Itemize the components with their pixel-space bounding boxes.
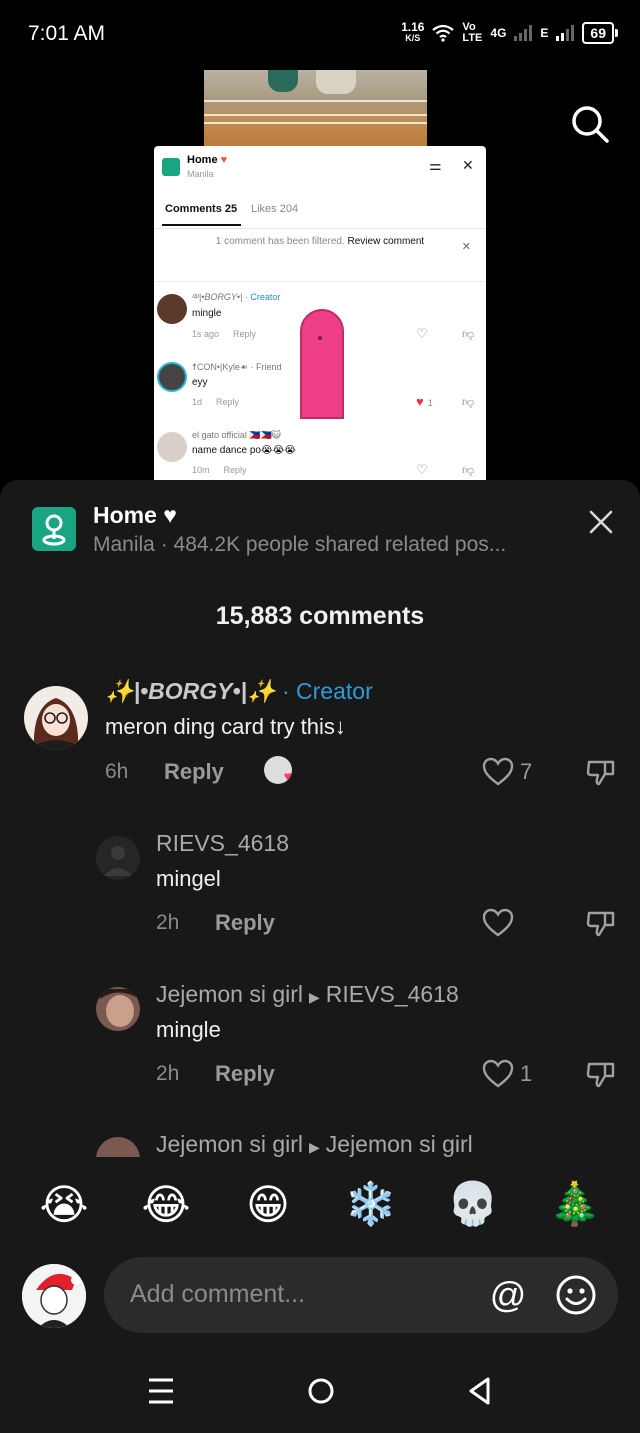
status-icons: 1.16 K/S Vo LTE 4G E 69 bbox=[401, 20, 618, 44]
comment-count: 15,883 comments bbox=[215, 602, 425, 630]
heart-icon: ♡ bbox=[416, 462, 428, 477]
comment-text: meron ding card try this↓ bbox=[105, 714, 346, 739]
avatar bbox=[157, 362, 187, 392]
avatar[interactable] bbox=[24, 686, 88, 750]
emoji-grinning[interactable]: 😁 bbox=[238, 1180, 298, 1229]
search-icon[interactable] bbox=[570, 104, 610, 144]
avatar bbox=[157, 294, 187, 324]
dislike-icon[interactable] bbox=[585, 907, 617, 939]
divider bbox=[154, 281, 486, 282]
network-e-label: E bbox=[540, 26, 549, 40]
battery-indicator: 69 bbox=[582, 22, 618, 44]
mini-comment-meta: 10m Reply bbox=[192, 465, 247, 475]
creator-liked-avatar: ♥ bbox=[264, 756, 292, 784]
mini-tabs: Comments 25 Likes 204 bbox=[154, 196, 486, 229]
signal-bars-icon bbox=[556, 25, 575, 41]
reply-button[interactable]: Reply bbox=[164, 759, 224, 785]
comment-time: 2h bbox=[156, 911, 180, 934]
sheet-title[interactable]: Home ♥ bbox=[93, 502, 177, 529]
close-icon: ✕ bbox=[462, 157, 474, 173]
emoji-bar: 😭 😂 😁 ❄️ 💀 🎄 bbox=[0, 1165, 640, 1245]
heart-icon bbox=[482, 908, 514, 937]
like-button[interactable]: 7 bbox=[482, 757, 532, 787]
mini-title: Home ♥ bbox=[187, 154, 228, 166]
like-count: 7 bbox=[520, 759, 533, 784]
mini-comment-text: name dance po😭😭😭 bbox=[192, 445, 296, 456]
comment-username[interactable]: ✨|•BORGY•|✨ · Creator bbox=[105, 678, 373, 705]
video-frame bbox=[204, 70, 427, 146]
close-icon: ✕ bbox=[461, 241, 471, 253]
network-speed-value: 1.16 bbox=[401, 20, 425, 34]
door-sticker bbox=[300, 309, 344, 419]
comment-username[interactable]: Jejemon si girl ▶ RIEVS_4618 bbox=[156, 981, 459, 1008]
avatar[interactable] bbox=[96, 987, 140, 1031]
comment-username[interactable]: RIEVS_4618 bbox=[156, 830, 289, 857]
volte-bottom: LTE bbox=[462, 32, 483, 44]
emoji-crying[interactable]: 😭 bbox=[34, 1180, 94, 1229]
recent-apps-icon[interactable] bbox=[148, 1377, 174, 1405]
avatar bbox=[157, 432, 187, 462]
signal-bars-icon bbox=[514, 25, 533, 41]
comment-text: mingle bbox=[156, 1017, 221, 1042]
sheet-subtitle[interactable]: Manila · 484.2K people shared related po… bbox=[93, 533, 506, 557]
mini-comment-meta: 1d Reply bbox=[192, 397, 240, 407]
network-speed: 1.16 K/S bbox=[401, 20, 425, 44]
dislike-icon[interactable] bbox=[585, 1058, 617, 1090]
mini-subtitle: Manila bbox=[187, 169, 214, 179]
system-nav-bar bbox=[0, 1350, 640, 1433]
comment-input-placeholder[interactable]: Add comment... bbox=[130, 1280, 305, 1309]
dislike-icon: 👎︎ bbox=[462, 327, 475, 341]
status-bar: 7:01 AM 1.16 K/S Vo LTE 4G E 69 bbox=[0, 0, 640, 70]
emoji-laughing[interactable]: 😂 bbox=[136, 1180, 196, 1229]
comment-text: mingel bbox=[156, 866, 221, 891]
heart-icon bbox=[482, 1059, 514, 1088]
filter-sliders-icon: ⚌ bbox=[429, 157, 442, 173]
back-icon[interactable] bbox=[466, 1376, 492, 1406]
mini-comment-text: mingle bbox=[192, 308, 222, 319]
mini-comment-meta: 1s ago Reply bbox=[192, 329, 257, 339]
comment-time: 2h bbox=[156, 1062, 180, 1085]
emoji-picker-icon[interactable] bbox=[555, 1274, 597, 1316]
mini-comment-user: el gato official 🇵🇭🇵🇭😺 bbox=[192, 430, 282, 440]
status-time: 7:01 AM bbox=[28, 22, 106, 45]
mini-comment-text: eyy bbox=[192, 377, 208, 388]
close-icon[interactable] bbox=[588, 509, 614, 535]
reply-button[interactable]: Reply bbox=[215, 1061, 275, 1087]
network-4g-label: 4G bbox=[490, 26, 507, 40]
like-button[interactable]: 1 bbox=[482, 1059, 532, 1089]
location-pin-icon bbox=[162, 158, 180, 176]
dislike-icon: 👎︎ bbox=[462, 395, 475, 409]
mini-tab-comments: Comments 25 bbox=[161, 203, 242, 226]
mini-filter-notice: 1 comment has been filtered. Review comm… bbox=[215, 236, 425, 247]
location-pin-icon bbox=[32, 507, 76, 551]
heart-icon: ♡ bbox=[416, 326, 428, 341]
like-button[interactable] bbox=[482, 908, 514, 938]
emoji-skull[interactable]: 💀 bbox=[443, 1180, 503, 1229]
mini-tab-likes: Likes 204 bbox=[251, 203, 299, 215]
wifi-icon bbox=[432, 24, 455, 42]
my-avatar[interactable] bbox=[22, 1264, 86, 1328]
mini-comment-user: ᵈᵖ|•BORGY•| · Creator bbox=[192, 292, 281, 302]
comment-username[interactable]: Jejemon si girl ▶ Jejemon si girl bbox=[156, 1131, 473, 1157]
dislike-icon: 👎︎ bbox=[462, 463, 475, 477]
heart-filled-icon: ♥ 1 bbox=[416, 394, 433, 409]
network-speed-unit: K/S bbox=[405, 33, 421, 43]
like-count: 1 bbox=[520, 1061, 533, 1086]
dislike-icon[interactable] bbox=[585, 756, 617, 788]
emoji-snowflake[interactable]: ❄️ bbox=[341, 1180, 401, 1229]
reply-button[interactable]: Reply bbox=[215, 910, 275, 936]
home-icon[interactable] bbox=[307, 1377, 335, 1405]
avatar[interactable] bbox=[96, 836, 140, 880]
mini-comment-user: ☨CON•|Kyle☙ · Friend bbox=[192, 362, 282, 372]
comment-partial: Jejemon si girl ▶ Jejemon si girl bbox=[0, 1125, 640, 1157]
emoji-christmas-tree[interactable]: 🎄 bbox=[545, 1180, 605, 1229]
volte-indicator: Vo LTE bbox=[462, 22, 482, 44]
mention-at-icon[interactable]: @ bbox=[488, 1275, 528, 1315]
comment-time: 6h bbox=[105, 760, 129, 783]
heart-icon bbox=[482, 757, 514, 786]
avatar[interactable] bbox=[96, 1137, 140, 1157]
